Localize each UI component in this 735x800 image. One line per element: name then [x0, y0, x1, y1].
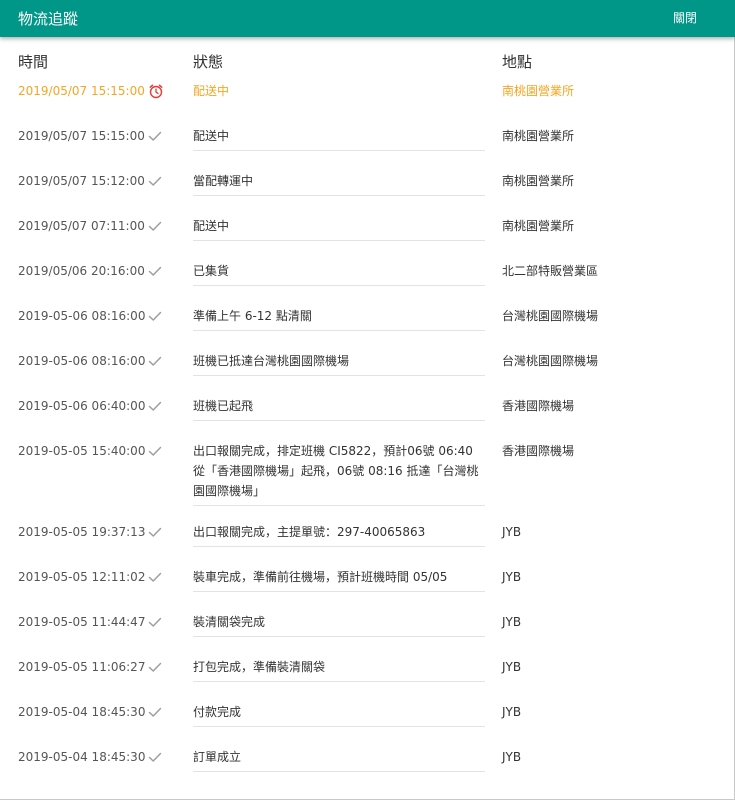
row-time: 2019-05-05 11:06:27	[18, 660, 146, 674]
check-icon	[147, 173, 163, 189]
row-location: JYB	[502, 570, 522, 584]
row-status: 當配轉運中	[193, 171, 485, 196]
row-status: 配送中	[193, 216, 485, 241]
row-location: JYB	[502, 705, 522, 719]
check-icon	[147, 263, 163, 279]
row-time: 2019-05-04 18:45:30	[18, 750, 146, 764]
row-location: 南桃園營業所	[502, 84, 575, 98]
row-status: 出口報關完成，排定班機 CI5822，預計06號 06:40 從「香港國際機場」…	[193, 441, 485, 506]
check-icon	[147, 614, 163, 630]
check-icon	[147, 524, 163, 540]
row-time: 2019/05/07 15:12:00	[18, 174, 145, 188]
row-time: 2019-05-06 08:16:00	[18, 354, 146, 368]
row-location: 南桃園營業所	[502, 174, 575, 188]
row-location: 香港國際機場	[502, 399, 575, 413]
row-location: JYB	[502, 660, 522, 674]
row-status: 付款完成	[193, 702, 485, 727]
row-status: 裝清關袋完成	[193, 612, 485, 637]
row-location: 香港國際機場	[502, 444, 575, 458]
row-location: 北二部特販營業區	[502, 264, 599, 278]
column-header-time: 時間	[18, 53, 49, 71]
row-status: 訂單成立	[193, 747, 485, 772]
row-status: 已集貨	[193, 261, 485, 286]
tracking-dialog: 物流追蹤 關閉 時間 狀態 地點 2019/05/07 15:15:00 配送中南…	[0, 0, 735, 800]
row-location: JYB	[502, 525, 522, 539]
row-time: 2019-05-04 18:45:30	[18, 705, 146, 719]
row-status: 配送中	[193, 84, 230, 98]
row-time: 2019-05-06 08:16:00	[18, 309, 146, 323]
row-status: 準備上午 6-12 點清關	[193, 306, 485, 331]
row-status: 出口報關完成，主提單號：297-40065863	[193, 522, 485, 547]
row-time: 2019-05-05 11:44:47	[18, 615, 146, 629]
row-status: 裝車完成，準備前往機場，預計班機時間 05/05	[193, 567, 485, 592]
row-status: 配送中	[193, 126, 485, 151]
check-icon	[147, 398, 163, 414]
check-icon	[147, 569, 163, 585]
check-icon	[147, 659, 163, 675]
dialog-header: 物流追蹤 關閉	[0, 0, 735, 37]
check-icon	[147, 704, 163, 720]
column-header-location: 地點	[502, 53, 533, 71]
row-location: JYB	[502, 750, 522, 764]
check-icon	[147, 218, 163, 234]
row-status: 打包完成，準備裝清關袋	[193, 657, 485, 682]
row-time: 2019/05/07 07:11:00	[18, 219, 145, 233]
row-status: 班機已起飛	[193, 396, 485, 421]
check-icon	[147, 128, 163, 144]
row-status: 班機已抵達台灣桃園國際機場	[193, 351, 485, 376]
column-header-status: 狀態	[193, 53, 224, 71]
row-time: 2019/05/07 15:15:00	[18, 84, 145, 98]
check-icon	[147, 308, 163, 324]
row-time: 2019-05-05 15:40:00	[18, 444, 146, 458]
close-button[interactable]: 關閉	[673, 10, 697, 26]
row-time: 2019-05-05 19:37:13	[18, 525, 146, 539]
row-location: JYB	[502, 615, 522, 629]
row-time: 2019/05/07 15:15:00	[18, 129, 145, 143]
check-icon	[147, 443, 163, 459]
alarm-clock-icon	[148, 83, 164, 99]
check-icon	[147, 749, 163, 765]
row-location: 南桃園營業所	[502, 129, 575, 143]
row-location: 台灣桃園國際機場	[502, 354, 599, 368]
row-time: 2019/05/06 20:16:00	[18, 264, 145, 278]
row-time: 2019-05-06 06:40:00	[18, 399, 146, 413]
row-location: 南桃園營業所	[502, 219, 575, 233]
row-time: 2019-05-05 12:11:02	[18, 570, 146, 584]
dialog-title: 物流追蹤	[18, 10, 79, 28]
check-icon	[147, 353, 163, 369]
row-location: 台灣桃園國際機場	[502, 309, 599, 323]
